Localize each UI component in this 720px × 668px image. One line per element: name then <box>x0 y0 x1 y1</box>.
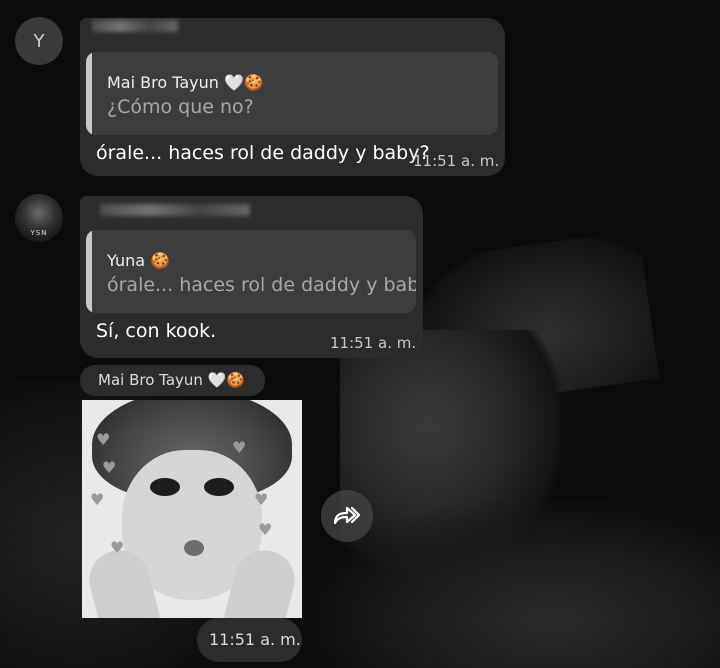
message-text: órale... haces rol de daddy y baby? <box>96 142 430 164</box>
photo-mouth <box>184 540 204 556</box>
image-sender-name: Mai Bro Tayun 🤍🍪 <box>98 371 246 389</box>
sender-avatar[interactable]: Y <box>15 17 63 65</box>
message-bubble[interactable]: Yuna 🍪 órale... haces rol de daddy y bab… <box>80 196 423 358</box>
sender-avatar[interactable]: YSN <box>15 194 63 242</box>
image-time-badge: 11:51 a. m. <box>197 618 302 662</box>
reply-quote[interactable]: Yuna 🍪 órale... haces rol de daddy y bab… <box>86 230 416 313</box>
avatar-initial: Y <box>33 30 45 52</box>
forward-button[interactable] <box>321 490 373 542</box>
heart-icon: ♥ <box>258 520 273 539</box>
image-sender-label: Mai Bro Tayun 🤍🍪 <box>80 365 265 396</box>
heart-icon: ♥ <box>96 430 111 449</box>
message-time: 11:51 a. m. <box>413 152 500 170</box>
message-bubble[interactable]: Mai Bro Tayun 🤍🍪 ¿Cómo que no? órale... … <box>80 18 505 176</box>
heart-icon: ♥ <box>90 490 105 509</box>
photo-eye <box>204 478 234 496</box>
reply-quote-text: ¿Cómo que no? <box>107 96 254 118</box>
heart-icon: ♥ <box>254 490 269 509</box>
redacted-sender-name <box>100 204 250 216</box>
reply-quote-sender: Yuna 🍪 <box>107 251 171 270</box>
redacted-sender-name <box>92 20 178 32</box>
shared-photo[interactable]: ♥ ♥ ♥ ♥ ♥ ♥ ♥ <box>82 400 302 618</box>
photo-eye <box>150 478 180 496</box>
reply-quote[interactable]: Mai Bro Tayun 🤍🍪 ¿Cómo que no? <box>86 52 498 135</box>
heart-icon: ♥ <box>110 538 125 557</box>
heart-icon: ♥ <box>232 438 247 457</box>
message-time: 11:51 a. m. <box>330 334 417 352</box>
reply-quote-sender: Mai Bro Tayun 🤍🍪 <box>107 73 264 92</box>
heart-icon: ♥ <box>102 458 117 477</box>
reply-quote-text: órale... haces rol de daddy y baby? <box>107 274 416 296</box>
image-time: 11:51 a. m. <box>209 630 301 649</box>
forward-arrow-icon <box>333 506 361 525</box>
message-text: Sí, con kook. <box>96 320 217 342</box>
avatar-tag: YSN <box>30 229 48 237</box>
